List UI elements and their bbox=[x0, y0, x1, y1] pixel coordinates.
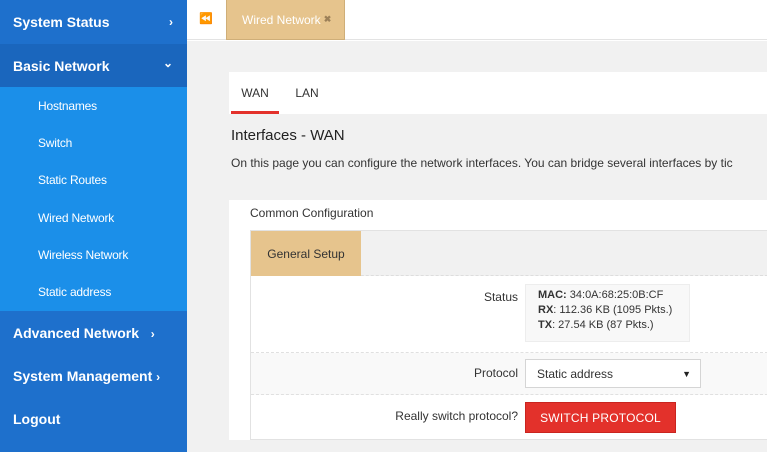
sidebar-subitem-wired-network[interactable]: Wired Network bbox=[0, 199, 187, 236]
sidebar-subitem-static-routes[interactable]: Static Routes bbox=[0, 162, 187, 199]
chevron-right-icon: › bbox=[156, 369, 161, 384]
sidebar-subitem-hostnames[interactable]: Hostnames bbox=[0, 87, 187, 124]
status-label: Status bbox=[483, 290, 518, 304]
switch-protocol-label: Really switch protocol? bbox=[395, 409, 518, 423]
sidebar-item-label: Advanced Network › bbox=[13, 324, 155, 341]
config-tab-bar: General Setup bbox=[251, 231, 767, 276]
sidebar-item-label: System Management › bbox=[13, 367, 161, 384]
protocol-row: Protocol Static address ▼ bbox=[251, 353, 767, 395]
sidebar-item-logout[interactable]: Logout bbox=[0, 397, 187, 440]
chevron-right-icon: › bbox=[150, 326, 155, 341]
protocol-label: Protocol bbox=[473, 366, 518, 380]
mac-value: 34:0A:68:25:0B:CF bbox=[566, 289, 664, 301]
sidebar-subitem-wireless-network[interactable]: Wireless Network bbox=[0, 236, 187, 273]
open-tab-label: Wired Network bbox=[242, 12, 321, 27]
router-admin-page: System Status › Basic Network ⌄ Hostname… bbox=[0, 0, 767, 452]
interface-tabs: WAN LAN bbox=[229, 72, 767, 114]
page-description: On this page you can configure the netwo… bbox=[231, 156, 733, 170]
protocol-select[interactable]: Static address ▼ bbox=[525, 359, 701, 388]
switch-protocol-button[interactable]: SWITCH PROTOCOL bbox=[525, 402, 676, 433]
rx-label: RX bbox=[538, 304, 554, 316]
section-title: Common Configuration bbox=[250, 206, 374, 220]
bottom-strip bbox=[187, 440, 767, 452]
tab-wan[interactable]: WAN bbox=[229, 72, 281, 114]
caret-down-icon: ▼ bbox=[682, 369, 691, 379]
sidebar-subitem-static-address[interactable]: Static address bbox=[0, 273, 187, 310]
page-title: Interfaces - WAN bbox=[231, 127, 345, 144]
tx-label: TX bbox=[538, 319, 553, 331]
tab-lan[interactable]: LAN bbox=[289, 72, 325, 114]
top-tab-bar: ⏪ Wired Network ✖ bbox=[187, 0, 767, 40]
sidebar-item-system-management[interactable]: System Management › bbox=[0, 354, 187, 397]
sidebar-item-label: Basic Network bbox=[13, 57, 110, 74]
chevron-right-icon: › bbox=[169, 15, 173, 29]
sidebar-item-label: Logout bbox=[13, 410, 61, 427]
sidebar-item-basic-network[interactable]: Basic Network ⌄ bbox=[0, 44, 187, 87]
sidebar: System Status › Basic Network ⌄ Hostname… bbox=[0, 0, 187, 452]
status-info: MAC: 34:0A:68:25:0B:CF RX: 112.36 KB (10… bbox=[525, 284, 690, 342]
collapse-sidebar-icon[interactable]: ⏪ bbox=[199, 12, 213, 25]
close-icon[interactable]: ✖ bbox=[324, 14, 332, 25]
tab-general-setup[interactable]: General Setup bbox=[251, 231, 361, 276]
switch-protocol-row: Really switch protocol? SWITCH PROTOCOL bbox=[251, 395, 767, 440]
mac-label: MAC: bbox=[538, 289, 567, 301]
protocol-select-value: Static address bbox=[537, 366, 614, 381]
tx-value: : 27.54 KB (87 Pkts.) bbox=[552, 319, 654, 331]
sidebar-item-system-status[interactable]: System Status › bbox=[0, 0, 187, 44]
sidebar-submenu-basic-network: Hostnames Switch Static Routes Wired Net… bbox=[0, 87, 187, 311]
config-box: General Setup Status MAC: 34:0A:68:25:0B… bbox=[250, 230, 767, 440]
open-tab-wired-network[interactable]: Wired Network ✖ bbox=[226, 0, 345, 40]
rx-value: : 112.36 KB (1095 Pkts.) bbox=[553, 304, 673, 316]
sidebar-item-advanced-network[interactable]: Advanced Network › bbox=[0, 311, 187, 354]
sidebar-item-label: System Status bbox=[13, 14, 110, 30]
status-row: Status MAC: 34:0A:68:25:0B:CF RX: 112.36… bbox=[251, 277, 767, 353]
sidebar-subitem-switch[interactable]: Switch bbox=[0, 124, 187, 161]
chevron-down-icon: ⌄ bbox=[162, 55, 173, 70]
